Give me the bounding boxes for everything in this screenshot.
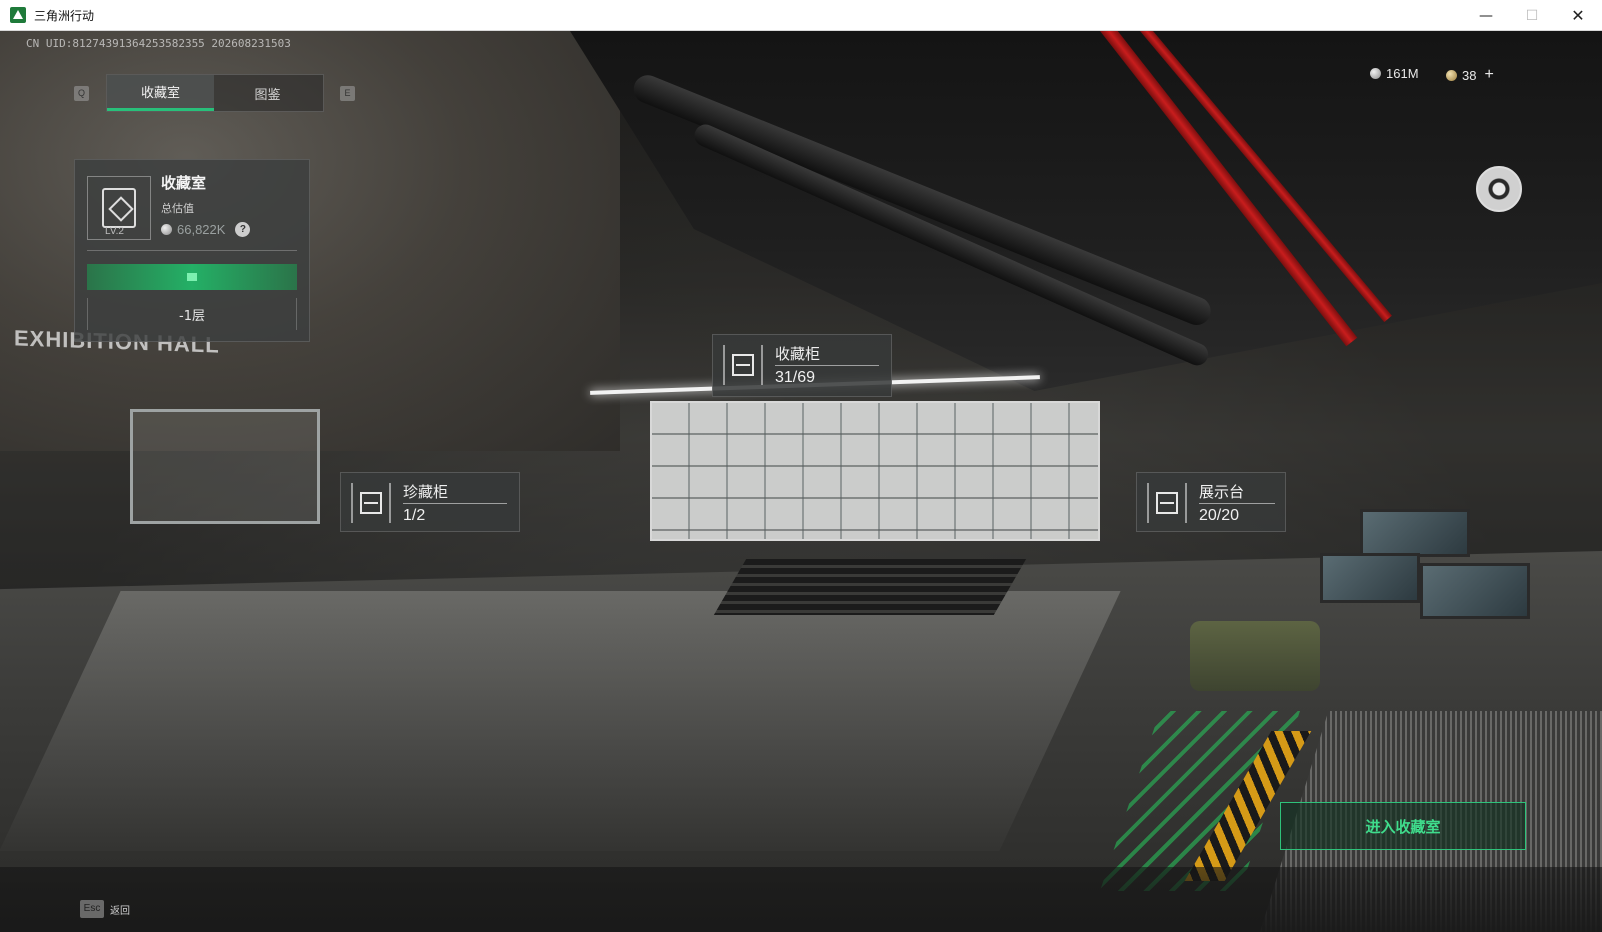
collection-value-text: 66,822K <box>177 222 226 237</box>
level-progress-bar <box>87 264 297 290</box>
value-coin-icon <box>161 224 172 235</box>
tag-display-stand[interactable]: 展示台 20/20 <box>1136 472 1286 532</box>
tag-name: 收藏柜 <box>775 345 821 363</box>
tag-count: 1/2 <box>403 507 426 524</box>
tag-name: 展示台 <box>1199 483 1245 501</box>
divider <box>87 250 297 251</box>
monitor <box>1360 509 1470 557</box>
window-titlebar: 三角洲行动 — ☐ ✕ <box>0 0 1602 31</box>
key-hint-prev: Q <box>74 86 89 101</box>
esc-key: Esc <box>80 900 104 918</box>
currency-silver: 161M <box>1370 66 1419 81</box>
monitor <box>1420 563 1530 619</box>
uid-text: CN UID:8127439136425358235​5 20260823150… <box>26 37 291 50</box>
tab-bar: 收藏室 图鉴 <box>106 74 324 112</box>
display-stand-icon <box>1147 483 1187 523</box>
currency-gold: 38 + <box>1446 66 1494 84</box>
back-label: 返回 <box>110 905 130 917</box>
minimize-button[interactable]: — <box>1463 0 1509 31</box>
tag-collection-cabinet[interactable]: 收藏柜 31/69 <box>712 334 892 397</box>
tag-count: 20/20 <box>1199 507 1240 524</box>
treasure-case-icon <box>351 483 391 523</box>
help-icon[interactable]: ? <box>235 222 251 237</box>
tag-count: 31/69 <box>775 369 816 386</box>
floor-reflection <box>0 591 1121 851</box>
tab-collection-room[interactable]: 收藏室 <box>107 75 214 111</box>
bottom-bar <box>0 867 1602 932</box>
equipment-case <box>1190 621 1320 691</box>
enter-collection-room-button[interactable]: 进入收藏室 <box>1280 802 1526 850</box>
tab-catalog[interactable]: 图鉴 <box>214 75 321 111</box>
add-currency-button[interactable]: + <box>1484 66 1493 84</box>
floor-label[interactable]: -1层 <box>87 298 297 330</box>
tag-divider <box>1199 503 1275 504</box>
collection-title: 收藏室 <box>161 174 207 192</box>
display-wall <box>650 401 1100 541</box>
window-title: 三角洲行动 <box>34 8 95 23</box>
cabinet-icon <box>723 345 763 385</box>
collection-subtitle: 总估值 <box>161 202 194 215</box>
tag-name: 珍藏柜 <box>403 483 449 501</box>
collection-info-panel: LV.2 收藏室 总估值 66,822K ? -1层 <box>74 159 310 342</box>
stairs <box>713 559 1027 615</box>
progress-marker <box>187 273 197 281</box>
monitor <box>1320 553 1420 603</box>
maximize-button[interactable]: ☐ <box>1509 0 1555 31</box>
silver-coin-icon <box>1370 68 1381 79</box>
currency-silver-value: 161M <box>1386 66 1419 81</box>
gold-coin-icon <box>1446 69 1457 81</box>
back-hint[interactable]: Esc 返回 <box>80 900 130 918</box>
close-button[interactable]: ✕ <box>1555 0 1601 31</box>
tag-divider <box>775 365 879 366</box>
tag-treasure-cabinet[interactable]: 珍藏柜 1/2 <box>340 472 520 532</box>
vault-glyph-icon <box>102 188 136 228</box>
collection-level: LV.2 <box>105 226 124 237</box>
app-logo-icon <box>10 7 26 23</box>
glass-room <box>130 409 320 524</box>
music-disc-button[interactable] <box>1476 166 1522 212</box>
tag-divider <box>403 503 507 504</box>
collection-value: 66,822K ? <box>161 222 251 237</box>
key-hint-next: E <box>340 86 355 101</box>
currency-gold-value: 38 <box>1462 67 1477 83</box>
